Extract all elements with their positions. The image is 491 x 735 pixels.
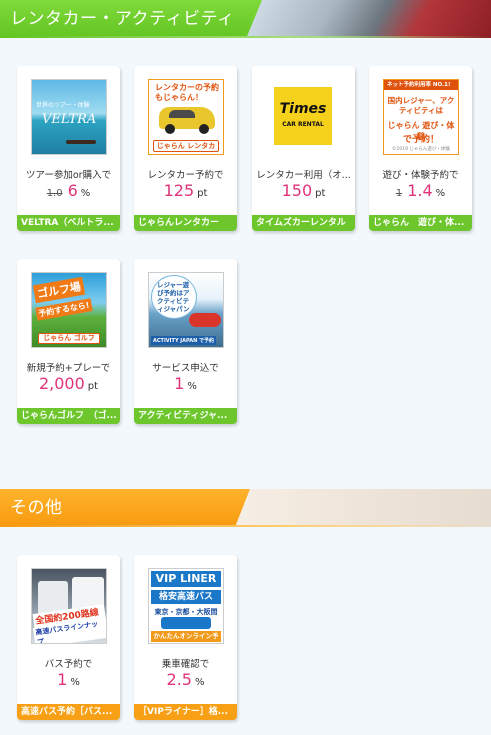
card-caption: 遊び・体験予約で <box>382 170 459 181</box>
shop-card-jalan-rentacar[interactable]: レンタカーの予約もじゃらん！ じゃらん レンタカー レンタカー予約で 125pt… <box>134 66 237 231</box>
card-caption: レンタカー利用（オ... <box>256 170 351 181</box>
store-name: アクティビティジャ... <box>134 408 237 424</box>
store-name: VELTRA（ベルトラ... <box>17 215 120 231</box>
reward-value: 1% <box>134 374 237 393</box>
card-caption: レンタカー予約で <box>147 170 224 181</box>
shop-logo-highway-bus: 全国約200路線の 高速バスラインナップ <box>31 568 107 644</box>
shop-logo-jalan-rentacar: レンタカーの予約もじゃらん！ じゃらん レンタカー <box>148 79 224 155</box>
reward-number: 2.5 <box>166 670 192 689</box>
shop-card-veltra[interactable]: 世界のツアー・体験 VELTRA ツアー参加or購入で 1.0 6% VELTRA… <box>17 66 120 231</box>
shop-card-activity-japan[interactable]: レジャー遊び予約はアクティビティジャパン ACTIVITY JAPAN で予約 … <box>134 259 237 424</box>
section-underline <box>0 525 491 527</box>
bus-icon <box>161 617 211 629</box>
reward-number: 2,000 <box>38 374 85 393</box>
shop-logo-activity-japan: レジャー遊び予約はアクティビティジャパン ACTIVITY JAPAN で予約 <box>148 272 224 348</box>
reward-value: 125 pt <box>134 181 237 200</box>
reward-number: 1 <box>57 670 68 689</box>
card-caption: 乗車確認で <box>161 659 210 670</box>
section-header-other: その他 <box>0 489 491 527</box>
store-name: タイムズカーレンタル <box>252 215 355 231</box>
reward-unit: pt <box>87 381 99 392</box>
old-reward-value: 1 <box>395 188 403 199</box>
reward-unit: % <box>194 677 205 688</box>
reward-number: 6 <box>67 181 78 200</box>
reward-value: 150 pt <box>252 181 355 200</box>
shop-logo-vip-liner: VIP LINER 格安高速バス 東京・京都・大阪間 かんたんオンライン予約 <box>148 568 224 644</box>
reward-number: 1 <box>174 374 185 393</box>
card-caption: 新規予約+プレーで <box>26 363 111 374</box>
camera-photo-banner <box>231 489 491 527</box>
section-title: その他 <box>0 489 250 527</box>
card-caption: バス予約で <box>44 659 93 670</box>
reward-unit: pt <box>197 188 208 199</box>
store-name: じゃらんゴルフ （ゴ... <box>17 408 120 424</box>
reward-unit: % <box>435 188 446 199</box>
card-caption: ツアー参加or購入で <box>25 170 112 181</box>
boat-image <box>66 140 96 144</box>
section-underline <box>0 36 491 38</box>
shop-card-times[interactable]: Times CAR RENTAL レンタカー利用（オ... 150 pt タイムズ… <box>252 66 355 231</box>
shop-card-jalan-golf[interactable]: ゴルフ場 予約するなら! じゃらん ゴルフ 新規予約+プレーで 2,000 pt … <box>17 259 120 424</box>
shop-logo-jalan-activity: ネット予約利用率 NO.1! 国内レジャー、アクティビティは じゃらん 遊び・体… <box>383 79 459 155</box>
reward-unit: % <box>187 381 197 392</box>
store-name: ［VIPライナー］格... <box>134 704 237 720</box>
reward-number: 125 <box>163 181 195 200</box>
store-name: じゃらん 遊び・体... <box>369 215 472 231</box>
section-header-rental: レンタカー・アクティビティ <box>0 0 491 38</box>
reward-value: 2.5% <box>134 670 237 689</box>
section-title: レンタカー・アクティビティ <box>0 0 262 38</box>
car-photo-banner <box>241 0 491 38</box>
reward-value: 1.0 6% <box>17 181 120 200</box>
reward-unit: % <box>70 677 80 688</box>
shop-logo-times: Times CAR RENTAL <box>266 79 342 155</box>
reward-number: 150 <box>281 181 313 200</box>
old-reward-value: 1.0 <box>46 188 63 199</box>
reward-number: 1.4 <box>407 181 433 200</box>
reward-value: 1% <box>17 670 120 689</box>
reward-value: 1 1.4% <box>369 181 472 200</box>
shop-logo-jalan-golf: ゴルフ場 予約するなら! じゃらん ゴルフ <box>31 272 107 348</box>
shop-card-vip-liner[interactable]: VIP LINER 格安高速バス 東京・京都・大阪間 かんたんオンライン予約 乗… <box>134 555 237 720</box>
store-name: 高速バス予約［バス... <box>17 704 120 720</box>
shop-card-jalan-activity[interactable]: ネット予約利用率 NO.1! 国内レジャー、アクティビティは じゃらん 遊び・体… <box>369 66 472 231</box>
reward-unit: % <box>80 188 91 199</box>
reward-unit: pt <box>315 188 326 199</box>
card-caption: サービス申込で <box>152 363 219 374</box>
shop-card-highway-bus[interactable]: 全国約200路線の 高速バスラインナップ バス予約で 1% 高速バス予約［バス.… <box>17 555 120 720</box>
shop-logo-veltra: 世界のツアー・体験 VELTRA <box>31 79 107 155</box>
reward-value: 2,000 pt <box>17 374 120 393</box>
raft-image <box>189 313 221 327</box>
store-name: じゃらんレンタカー <box>134 215 237 231</box>
